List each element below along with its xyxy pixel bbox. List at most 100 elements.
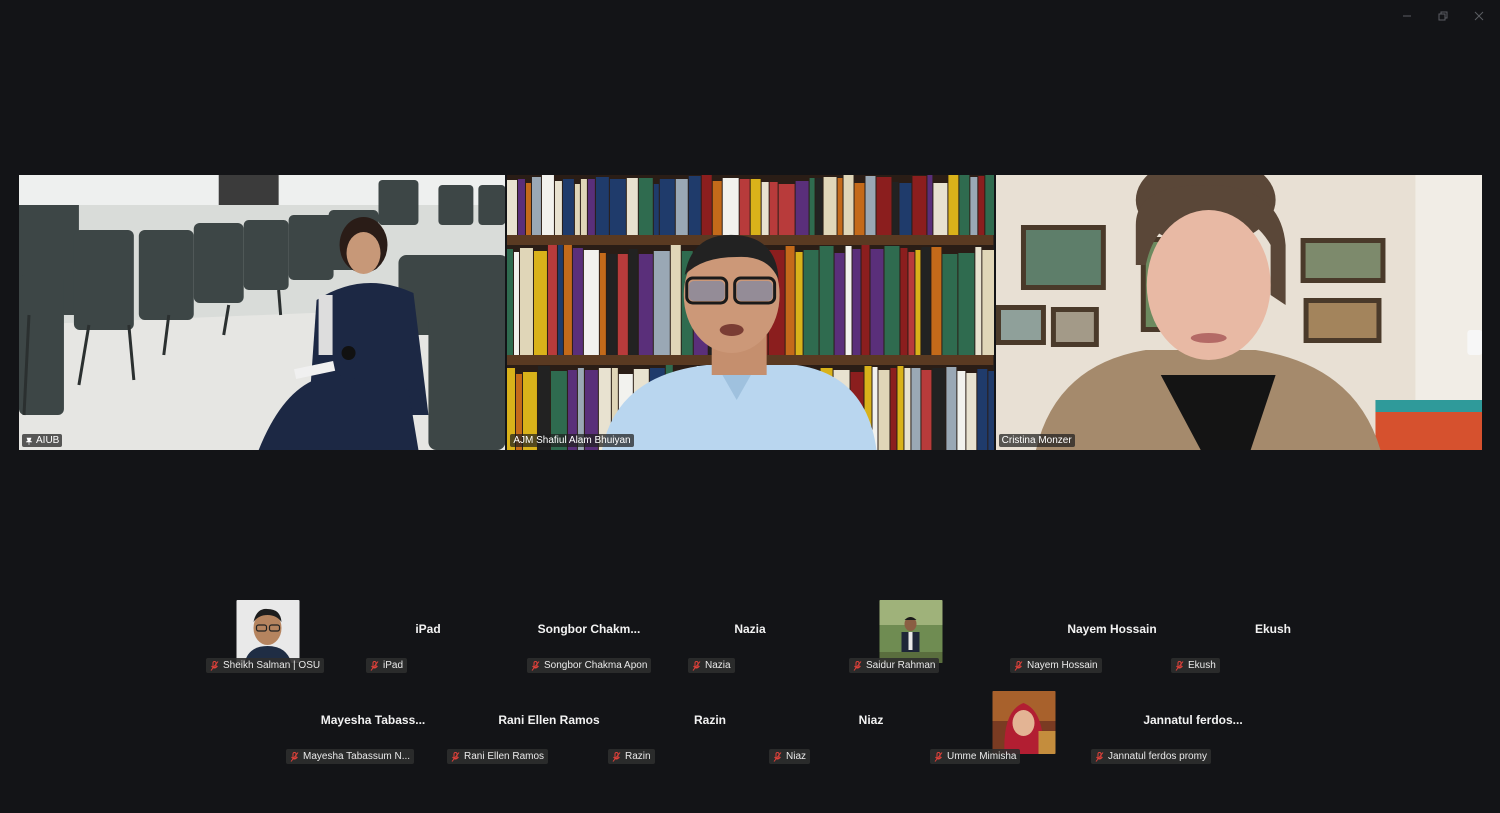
participant-grid: Sheikh Salman | OSU iPad iPad Songbor Ch… [172, 598, 1322, 780]
restore-icon[interactable] [1432, 8, 1454, 24]
video-name-tag: AIUB [22, 434, 63, 447]
book-spine [977, 369, 988, 450]
book-spine [654, 251, 671, 355]
book-spine [843, 175, 854, 235]
book-spine [581, 179, 588, 235]
mic-off-icon [934, 751, 943, 762]
avatar [879, 600, 943, 663]
participant-tile[interactable]: Nayem Hossain Nayem Hossain [992, 598, 1157, 678]
video-tile-cristina-monzer[interactable]: Cristina Monzer [995, 175, 1482, 450]
participant-tile[interactable]: Saidur Rahman [831, 598, 991, 678]
window-controls [1396, 8, 1490, 24]
minimize-icon[interactable] [1396, 8, 1418, 24]
video-tile-ajm-shafiul[interactable]: AJM Shafiul Alam Bhuiyan [507, 175, 994, 450]
mic-off-icon [692, 660, 701, 671]
book-spine [912, 176, 927, 235]
book-spine [931, 247, 942, 355]
participant-name: Nayem Hossain [1027, 660, 1098, 671]
book-spine [654, 184, 660, 235]
book-spine [803, 250, 819, 355]
pin-icon [25, 437, 33, 445]
participant-row: Mayesha Tabass... Mayesha Tabassum N... … [172, 689, 1322, 780]
book-spine [610, 179, 627, 235]
book-spine [892, 182, 899, 235]
participant-name-label: Umme Mimisha [930, 749, 1021, 764]
book-spine [975, 247, 982, 355]
book-spine [514, 252, 520, 355]
participant-tile[interactable]: Jannatul ferdos... Jannatul ferdos promy [1073, 689, 1243, 769]
participant-name-label: iPad [366, 658, 408, 673]
book-spine [723, 178, 740, 235]
book-spine [809, 178, 815, 235]
video-name-label: Cristina Monzer [1001, 435, 1072, 446]
book-spine [584, 250, 600, 355]
book-spine [750, 179, 761, 235]
participant-tile[interactable]: Sheikh Salman | OSU [188, 598, 348, 678]
participant-tile[interactable]: Rani Ellen Ramos Rani Ellen Ramos [429, 689, 600, 769]
mic-off-icon [773, 751, 782, 762]
book-spine [878, 370, 890, 450]
book-spine [507, 180, 518, 235]
book-spine [769, 182, 778, 235]
participant-name: Jannatul ferdos promy [1108, 751, 1207, 762]
participant-tile[interactable]: Ekush Ekush [1153, 598, 1313, 678]
book-spine [542, 175, 555, 235]
participant-tile[interactable]: Umme Mimisha [912, 689, 1072, 769]
book-spine [702, 175, 713, 235]
participant-name: Sheikh Salman | OSU [223, 660, 321, 671]
participant-name-label: Saidur Rahman [849, 658, 940, 673]
book-spine [815, 178, 823, 235]
book-spine [713, 181, 723, 235]
book-spine [854, 183, 865, 235]
participant-tile[interactable]: iPad iPad [348, 598, 508, 678]
book-spine [870, 249, 884, 355]
book-spine [795, 181, 809, 235]
participant-name-label: Rani Ellen Ramos [447, 749, 549, 764]
book-spine [861, 245, 870, 355]
book-spine [904, 368, 911, 450]
book-spine [740, 179, 750, 235]
participant-tile[interactable]: Nazia Nazia [670, 598, 830, 678]
mic-off-icon [853, 660, 862, 671]
book-spine [897, 366, 904, 450]
book-spine [785, 246, 795, 355]
book-spine [927, 175, 933, 235]
book-spine [921, 247, 931, 355]
participant-name: iPad [383, 660, 404, 671]
participant-tile[interactable]: Razin Razin [590, 689, 750, 769]
participant-tile[interactable]: Niaz Niaz [751, 689, 911, 769]
participant-name: Mayesha Tabassum N... [303, 751, 411, 762]
book-spine [676, 179, 689, 235]
book-spine [639, 254, 654, 355]
participant-name-label: Sheikh Salman | OSU [206, 658, 325, 673]
book-spine [607, 254, 618, 355]
participant-row: Sheikh Salman | OSU iPad iPad Songbor Ch… [172, 598, 1322, 689]
participant-name: Umme Mimisha [947, 751, 1017, 762]
book-spine [890, 368, 897, 450]
book-spine [564, 245, 573, 355]
participant-display-name: Jannatul ferdos... [1143, 713, 1243, 727]
participant-tile[interactable]: Songbor Chakm... Songbor Chakma Apon [509, 598, 669, 678]
book-spine [532, 177, 542, 235]
book-spine [629, 249, 639, 355]
book-spine [852, 249, 861, 355]
book-spine [932, 368, 946, 450]
book-spine [639, 178, 654, 235]
book-spine [778, 184, 795, 235]
participant-name-label: Ekush [1171, 658, 1220, 673]
book-spine [548, 245, 558, 355]
book-spine [573, 248, 584, 355]
book-spine [978, 176, 985, 235]
book-spine [957, 371, 966, 450]
participant-name-label: Jannatul ferdos promy [1091, 749, 1211, 764]
book-spine [795, 252, 803, 355]
participant-name: Rani Ellen Ramos [464, 751, 545, 762]
participant-name: Niaz [786, 751, 807, 762]
book-spine [520, 248, 534, 355]
book-spine [834, 253, 845, 355]
book-spine [558, 245, 564, 355]
close-icon[interactable] [1468, 8, 1490, 24]
video-tile-aiub[interactable]: AIUB [19, 175, 506, 450]
participant-tile[interactable]: Mayesha Tabass... Mayesha Tabassum N... [268, 689, 428, 769]
book-spine [982, 250, 994, 355]
